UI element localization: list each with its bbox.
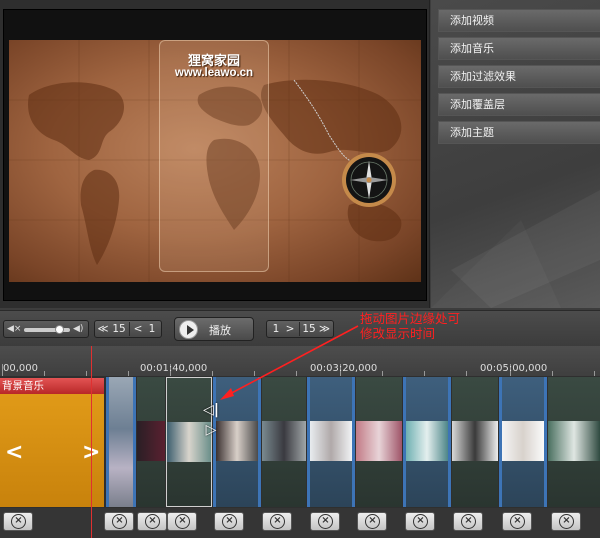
annotation-line-1: 拖动图片边缘处可 [360, 311, 461, 326]
control-separator [129, 322, 130, 336]
volume-slider-knob[interactable] [55, 325, 64, 334]
step-back-count[interactable]: 1 [145, 321, 159, 337]
annotation-line-2: 修改显示时间 [360, 326, 436, 341]
timeline-clip[interactable] [548, 377, 600, 507]
timeline-clip[interactable] [213, 377, 261, 507]
speaker-loud-icon[interactable]: ◀) [73, 324, 87, 335]
add-menu-panel: 添加视频 添加音乐 添加过滤效果 添加覆盖层 添加主题 [431, 0, 600, 308]
close-circle-icon: × [413, 514, 428, 529]
preview-image-world-map: 狸窝家园 www.leawo.cn [9, 40, 421, 282]
add-video-button[interactable]: 添加视频 [438, 9, 600, 32]
menu-decoration [451, 190, 600, 308]
timeline-clip[interactable] [356, 377, 402, 507]
timeline-clip[interactable] [452, 377, 498, 507]
delete-clip-button[interactable]: × [104, 512, 134, 531]
background-music-track-label: 背景音乐 [0, 378, 104, 394]
delete-clip-button[interactable]: × [137, 512, 167, 531]
add-filter-effect-button[interactable]: 添加过滤效果 [438, 65, 600, 88]
volume-control[interactable]: ◀× ◀) [3, 320, 89, 338]
step-forward-icon[interactable]: > [284, 321, 296, 337]
skip-forward-count[interactable]: 15 [301, 321, 317, 337]
timeline: 00,000 00:01:40,000 00:03:20,000 00:05:0… [0, 346, 600, 538]
add-theme-button[interactable]: 添加主题 [438, 121, 600, 144]
close-circle-icon: × [270, 514, 285, 529]
time-label: 00:03:20,000 [310, 363, 378, 374]
close-circle-icon: × [318, 514, 333, 529]
timeline-clip[interactable] [499, 377, 547, 507]
timeline-clip[interactable] [262, 377, 306, 507]
forward-control-group: 1 > 15 ≫ [266, 320, 334, 338]
play-label: 播放 [209, 324, 231, 337]
control-separator [299, 322, 300, 336]
add-music-button[interactable]: 添加音乐 [438, 37, 600, 60]
video-editor-window: 狸窝家园 www.leawo.cn 添加视频 添加音乐 添加过滤效果 添加覆盖层… [0, 0, 600, 538]
delete-clip-button[interactable]: × [310, 512, 340, 531]
timeline-clip[interactable] [137, 377, 165, 507]
timeline-clip[interactable] [403, 377, 451, 507]
delete-clip-button[interactable]: × [357, 512, 387, 531]
skip-back-icon[interactable]: ≪ [97, 321, 109, 337]
preview-frame: 狸窝家园 www.leawo.cn [3, 9, 427, 301]
compass-graphic [293, 79, 396, 207]
timeline-clip-selected[interactable] [166, 377, 212, 507]
time-label: 00,000 [3, 363, 38, 374]
skip-back-count[interactable]: 15 [111, 321, 127, 337]
play-icon [179, 320, 198, 339]
delete-clip-button[interactable]: × [453, 512, 483, 531]
chevron-left-icon[interactable]: < [5, 440, 23, 465]
close-circle-icon: × [559, 514, 574, 529]
step-back-icon[interactable]: < [132, 321, 144, 337]
time-label: 00:01:40,000 [140, 363, 208, 374]
close-circle-icon: × [365, 514, 380, 529]
playhead-line[interactable] [91, 346, 92, 538]
close-circle-icon: × [461, 514, 476, 529]
close-circle-icon: × [510, 514, 525, 529]
delete-clip-button[interactable]: × [167, 512, 197, 531]
time-ruler[interactable]: 00,000 00:01:40,000 00:03:20,000 00:05:0… [0, 346, 600, 376]
time-label: 00:05:00,000 [480, 363, 548, 374]
preview-panel: 狸窝家园 www.leawo.cn [0, 0, 430, 308]
background-music-clip[interactable]: < > [0, 394, 104, 507]
add-overlay-button[interactable]: 添加覆盖层 [438, 93, 600, 116]
step-forward-count[interactable]: 1 [269, 321, 283, 337]
playback-control-bar: ◀× ◀) ≪ 15 < 1 播放 1 > 15 ≫ [0, 310, 600, 346]
close-circle-icon: × [11, 514, 26, 529]
delete-clip-button[interactable]: × [551, 512, 581, 531]
delete-clip-button[interactable]: × [262, 512, 292, 531]
close-circle-icon: × [112, 514, 127, 529]
mute-speaker-icon[interactable]: ◀× [7, 324, 21, 335]
delete-clip-button[interactable]: × [214, 512, 244, 531]
timeline-clip[interactable] [106, 377, 136, 507]
close-circle-icon: × [175, 514, 190, 529]
close-circle-icon: × [145, 514, 160, 529]
track-area: 背景音乐 < > [0, 376, 600, 508]
play-button[interactable]: 播放 [174, 317, 254, 341]
delete-clip-button[interactable]: × [502, 512, 532, 531]
timeline-clip[interactable] [307, 377, 355, 507]
delete-clip-button[interactable]: × [405, 512, 435, 531]
delete-clip-button[interactable]: × [3, 512, 33, 531]
close-circle-icon: × [222, 514, 237, 529]
delete-button-row: × × × × × × × × × × × × [0, 508, 600, 538]
resize-cursor-icon: ◁|▷ [203, 402, 219, 438]
skip-forward-icon[interactable]: ≫ [318, 321, 331, 337]
rewind-control-group: ≪ 15 < 1 [94, 320, 162, 338]
